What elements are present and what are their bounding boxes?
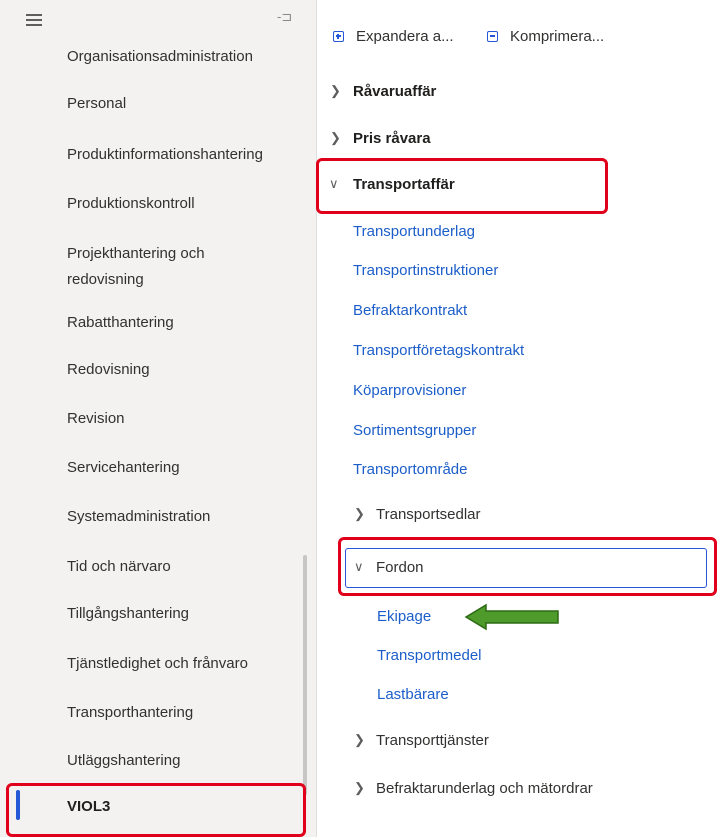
collapse-icon — [487, 31, 498, 42]
chevron-right-icon: ❯ — [330, 130, 341, 145]
sidebar-scrollbar[interactable] — [303, 555, 307, 795]
sidebar-item-tjanstledighet[interactable]: Tjänstledighet och frånvaro — [67, 652, 248, 676]
pin-icon[interactable]: -⊐ — [277, 9, 292, 25]
link-transportmedel[interactable]: Transportmedel — [377, 647, 482, 664]
sidebar-item-produktinformationshantering[interactable]: Produktinformationshantering — [67, 143, 263, 167]
link-koparprovisioner[interactable]: Köparprovisioner — [353, 382, 466, 399]
hamburger-menu-icon[interactable] — [26, 14, 42, 26]
link-transportunderlag[interactable]: Transportunderlag — [353, 223, 475, 240]
sidebar-item-redovisning[interactable]: Redovisning — [67, 358, 150, 382]
sidebar-item-projekthantering[interactable]: Projekthantering och redovisning — [67, 242, 205, 292]
sidebar-item-organisationsadministration[interactable]: Organisationsadministration — [67, 45, 253, 69]
highlight-box-transportaffar — [316, 158, 608, 214]
link-transportomrade[interactable]: Transportområde — [353, 461, 468, 478]
green-arrow-icon — [464, 603, 559, 631]
group-ravaruaffar[interactable]: Råvaruaffär — [353, 83, 436, 100]
link-lastbarare[interactable]: Lastbärare — [377, 686, 449, 703]
sidebar-item-servicehantering[interactable]: Servicehantering — [67, 456, 180, 480]
sidebar-item-systemadministration[interactable]: Systemadministration — [67, 505, 210, 529]
group-pris-ravara[interactable]: Pris råvara — [353, 130, 431, 147]
highlight-box-viol3 — [6, 783, 306, 837]
chevron-right-icon: ❯ — [330, 83, 341, 98]
subgroup-befraktarunderlag[interactable]: Befraktarunderlag och mätordrar — [376, 780, 593, 797]
subgroup-transporttjanster[interactable]: Transporttjänster — [376, 732, 489, 749]
collapse-all-button[interactable]: Komprimera... — [487, 28, 604, 45]
sidebar-item-transporthantering[interactable]: Transporthantering — [67, 701, 193, 725]
highlight-box-fordon — [338, 537, 717, 596]
subgroup-transportsedlar[interactable]: Transportsedlar — [376, 506, 481, 523]
chevron-right-icon: ❯ — [354, 506, 365, 521]
link-ekipage[interactable]: Ekipage — [377, 608, 431, 625]
navigation-pane: -⊐ Organisationsadministration Personal … — [0, 0, 317, 837]
collapse-all-label: Komprimera... — [510, 28, 605, 45]
chevron-right-icon: ❯ — [354, 732, 365, 747]
expand-all-button[interactable]: Expandera a... — [333, 28, 454, 45]
chevron-right-icon: ❯ — [354, 780, 365, 795]
link-transportinstruktioner[interactable]: Transportinstruktioner — [353, 262, 498, 279]
sidebar-item-tillgangshantering[interactable]: Tillgångshantering — [67, 602, 189, 626]
expand-all-label: Expandera a... — [356, 28, 454, 45]
sidebar-item-revision[interactable]: Revision — [67, 407, 125, 431]
sidebar-item-label-line2: redovisning — [67, 271, 144, 288]
sidebar-item-personal[interactable]: Personal — [67, 92, 126, 116]
sidebar-item-label: Projekthantering och — [67, 245, 205, 262]
sidebar-item-produktionskontroll[interactable]: Produktionskontroll — [67, 192, 195, 216]
sidebar-item-rabatthantering[interactable]: Rabatthantering — [67, 311, 174, 335]
link-sortimentsgrupper[interactable]: Sortimentsgrupper — [353, 422, 476, 439]
link-befraktarkontrakt[interactable]: Befraktarkontrakt — [353, 302, 467, 319]
sidebar-item-utlaggshantering[interactable]: Utläggshantering — [67, 749, 180, 773]
expand-icon — [333, 31, 344, 42]
link-transportforetagskontrakt[interactable]: Transportföretagskontrakt — [353, 342, 524, 359]
sidebar-item-tid-och-narvaro[interactable]: Tid och närvaro — [67, 555, 171, 579]
